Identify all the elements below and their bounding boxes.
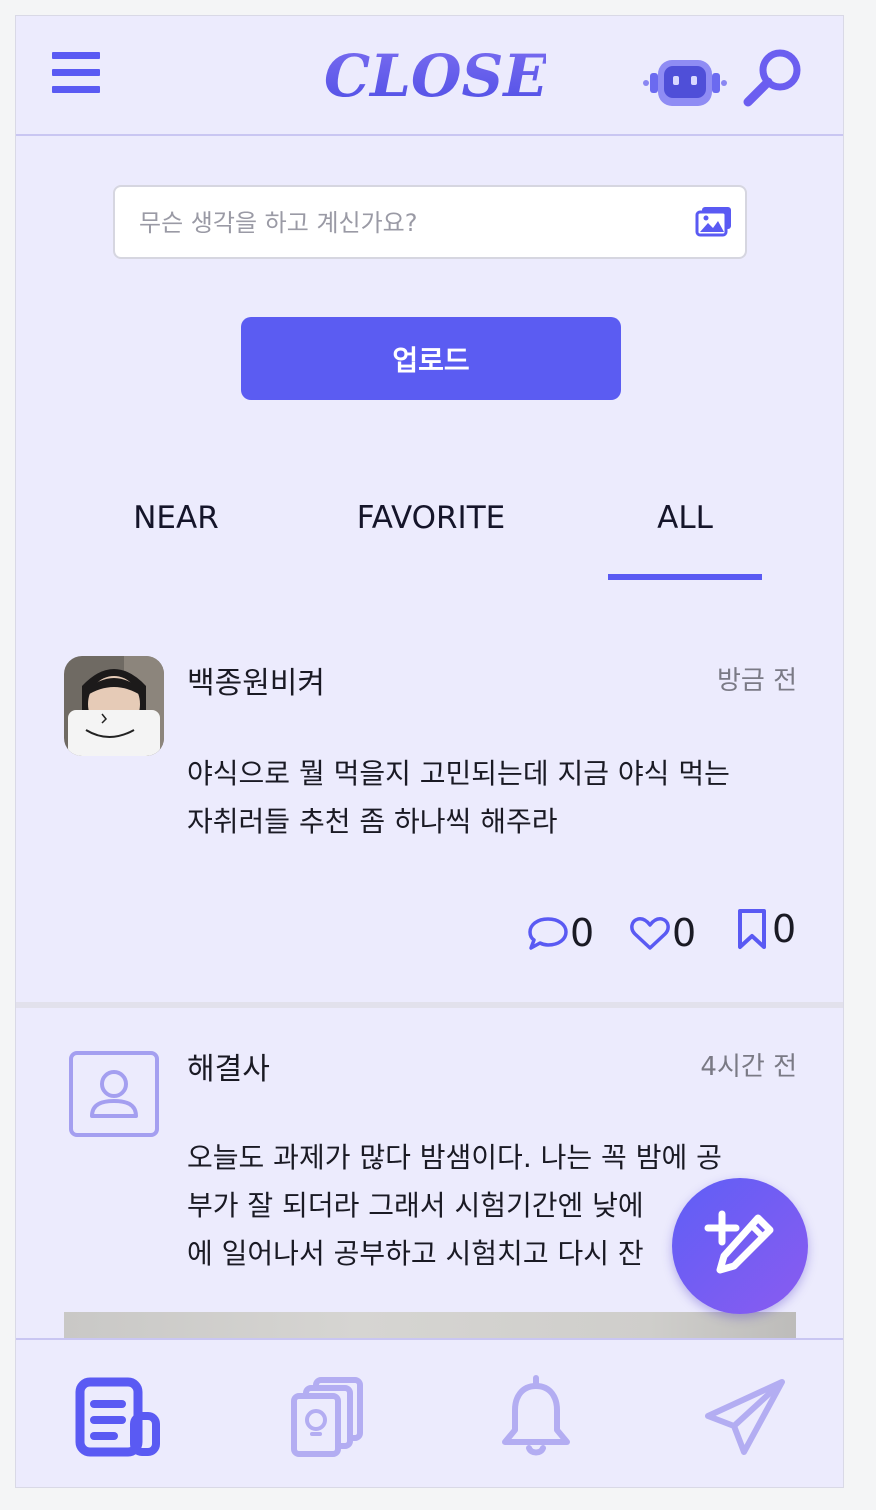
avatar[interactable] bbox=[64, 1046, 164, 1146]
like-count: 0 bbox=[672, 911, 697, 955]
user-photo bbox=[64, 656, 164, 756]
active-tab-indicator bbox=[608, 574, 762, 580]
send-icon bbox=[705, 1379, 785, 1455]
feed-icon bbox=[75, 1377, 160, 1457]
svg-text:CLOSER: CLOSER bbox=[324, 42, 546, 110]
compose-box bbox=[113, 185, 747, 259]
bottom-nav bbox=[16, 1338, 843, 1487]
nav-feed[interactable] bbox=[74, 1374, 164, 1460]
nav-notifications[interactable] bbox=[491, 1374, 581, 1460]
post-actions: 0 0 0 bbox=[526, 907, 816, 958]
post-body-line: 오늘도 과제가 많다 밤샘이다. 나는 꼭 밤에 공 bbox=[187, 1141, 722, 1174]
logo: CLOSER bbox=[324, 42, 546, 110]
tab-favorite[interactable]: FAVORITE bbox=[336, 500, 526, 540]
search-icon[interactable] bbox=[742, 46, 804, 108]
default-user-icon bbox=[69, 1051, 159, 1137]
heart-icon bbox=[630, 917, 670, 950]
hamburger-icon[interactable] bbox=[52, 52, 100, 100]
tab-all[interactable]: ALL bbox=[608, 500, 762, 540]
bookmark-icon bbox=[738, 909, 766, 949]
upload-button[interactable]: 업로드 bbox=[241, 317, 621, 400]
bookmark-count: 0 bbox=[772, 907, 797, 951]
top-bar: CLOSER bbox=[16, 16, 843, 136]
bookmark-button[interactable]: 0 bbox=[732, 904, 796, 954]
image-icon[interactable] bbox=[695, 205, 733, 237]
post-time: 4시간 전 bbox=[700, 1052, 797, 1082]
post-author: 백종원비켜 bbox=[187, 666, 325, 701]
post-card[interactable]: 백종원비켜 방금 전 야식으로 뭘 먹을지 고민되는데 지금 야식 먹는 자취러… bbox=[16, 636, 843, 1008]
post-author: 해결사 bbox=[187, 1052, 270, 1087]
like-button[interactable]: 0 bbox=[628, 908, 696, 958]
post-time: 방금 전 bbox=[716, 666, 797, 696]
comment-count: 0 bbox=[570, 911, 595, 955]
app-frame: CLOSER 업로드 NEAR FAVORITE ALL bbox=[15, 15, 844, 1488]
tab-near[interactable]: NEAR bbox=[96, 500, 256, 540]
comment-icon bbox=[528, 917, 568, 950]
write-post-button[interactable] bbox=[672, 1178, 808, 1314]
post-body-line: 자취러들 추천 좀 하나씩 해주라 bbox=[187, 805, 558, 838]
post-body: 야식으로 뭘 먹을지 고민되는데 지금 야식 먹는 자취러들 추천 좀 하나씩 … bbox=[187, 750, 802, 846]
post-body-line: 야식으로 뭘 먹을지 고민되는데 지금 야식 먹는 bbox=[187, 757, 730, 790]
avatar[interactable] bbox=[64, 656, 164, 756]
nav-messages[interactable] bbox=[702, 1374, 792, 1460]
bell-icon bbox=[502, 1375, 570, 1456]
robot-icon[interactable] bbox=[640, 54, 730, 112]
compose-input[interactable] bbox=[137, 187, 681, 259]
comment-button[interactable]: 0 bbox=[526, 908, 594, 958]
nav-cards[interactable] bbox=[286, 1374, 376, 1460]
write-post-icon bbox=[704, 1210, 774, 1274]
cards-icon bbox=[291, 1377, 363, 1457]
